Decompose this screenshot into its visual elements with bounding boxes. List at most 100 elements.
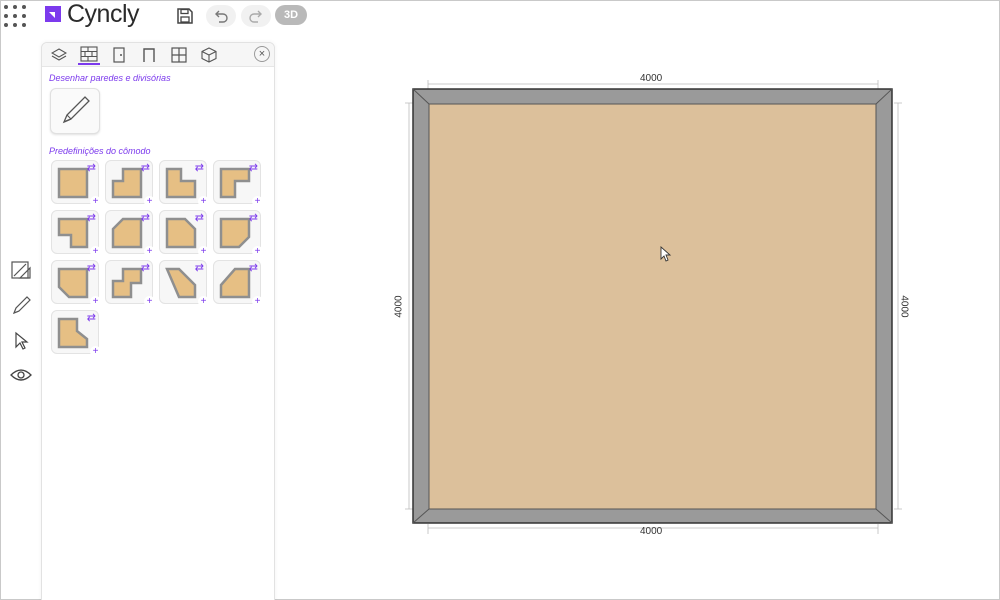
add-icon[interactable]: + <box>90 196 101 207</box>
add-icon[interactable]: + <box>198 296 209 307</box>
room-preset-13[interactable]: ⇄ + <box>51 310 101 357</box>
room-preset-4[interactable]: ⇄ + <box>213 160 263 207</box>
room-presets-section-title: Predefinições do cômodo <box>49 146 151 156</box>
room-shape-icon <box>165 267 197 299</box>
right-dimension-label: 4000 <box>898 295 910 318</box>
view-3d-toggle[interactable]: 3D <box>275 5 307 25</box>
room-shape-icon <box>165 167 197 199</box>
room-preset-9[interactable]: ⇄ + <box>51 260 101 307</box>
swap-icon[interactable]: ⇄ <box>195 263 204 274</box>
room-shape-icon <box>111 267 143 299</box>
add-icon[interactable]: + <box>90 246 101 257</box>
room-shape-icon <box>111 217 143 249</box>
add-icon[interactable]: + <box>252 196 263 207</box>
room-outer-wall[interactable] <box>412 88 893 524</box>
add-icon[interactable]: + <box>144 296 155 307</box>
save-icon <box>177 8 193 24</box>
swap-icon[interactable]: ⇄ <box>249 263 258 274</box>
pointer-icon <box>15 331 29 350</box>
add-icon[interactable]: + <box>144 246 155 257</box>
pencil-tool[interactable] <box>7 294 35 318</box>
pointer-tool[interactable] <box>7 329 35 353</box>
room-preset-1[interactable]: ⇄ + <box>51 160 101 207</box>
tab-openings[interactable] <box>138 45 160 65</box>
swap-icon[interactable]: ⇄ <box>87 263 96 274</box>
room-preset-7[interactable]: ⇄ + <box>159 210 209 257</box>
swap-icon[interactable]: ⇄ <box>141 213 150 224</box>
room-preset-10[interactable]: ⇄ + <box>105 260 155 307</box>
room-preset-12[interactable]: ⇄ + <box>213 260 263 307</box>
dimension-lines <box>405 80 902 534</box>
swap-icon[interactable]: ⇄ <box>249 163 258 174</box>
panel-tab-bar: × <box>42 43 274 67</box>
room-shape-icon <box>219 217 251 249</box>
swap-icon[interactable]: ⇄ <box>87 213 96 224</box>
measure-icon <box>11 261 31 279</box>
swap-icon[interactable]: ⇄ <box>249 213 258 224</box>
room-preset-3[interactable]: ⇄ + <box>159 160 209 207</box>
redo-button[interactable] <box>241 5 271 27</box>
room-preset-5[interactable]: ⇄ + <box>51 210 101 257</box>
save-button[interactable] <box>173 5 197 27</box>
room-preset-11[interactable]: ⇄ + <box>159 260 209 307</box>
walls-panel: × Desenhar paredes e divisórias Predefin… <box>41 42 275 600</box>
add-icon[interactable]: + <box>90 346 101 357</box>
draw-walls-button[interactable] <box>50 88 100 134</box>
undo-button[interactable] <box>206 5 236 27</box>
room-shape-icon <box>57 267 89 299</box>
tab-walls[interactable] <box>78 45 100 65</box>
add-icon[interactable]: + <box>198 246 209 257</box>
room-preset-8[interactable]: ⇄ + <box>213 210 263 257</box>
arch-icon <box>143 48 155 62</box>
room-shape-icon <box>111 167 143 199</box>
swap-icon[interactable]: ⇄ <box>141 163 150 174</box>
swap-icon[interactable]: ⇄ <box>195 163 204 174</box>
door-icon <box>113 47 125 63</box>
add-icon[interactable]: + <box>144 196 155 207</box>
pencil-icon <box>12 296 31 315</box>
undo-icon <box>215 10 228 23</box>
add-icon[interactable]: + <box>198 196 209 207</box>
eye-icon <box>10 369 32 381</box>
grid-menu-icon[interactable] <box>3 3 29 29</box>
wall-corner-joints <box>412 88 893 524</box>
add-icon[interactable]: + <box>252 296 263 307</box>
room-shape-icon <box>57 317 89 349</box>
brand-logo: Cyncly <box>43 0 140 28</box>
room-preset-2[interactable]: ⇄ + <box>105 160 155 207</box>
cube-icon <box>201 47 217 63</box>
visibility-tool[interactable] <box>7 363 35 387</box>
add-icon[interactable]: + <box>252 246 263 257</box>
tab-doors[interactable] <box>108 45 130 65</box>
swap-icon[interactable]: ⇄ <box>87 313 96 324</box>
swap-icon[interactable]: ⇄ <box>195 213 204 224</box>
bottom-dimension-label: 4000 <box>640 526 663 537</box>
close-panel-button[interactable]: × <box>254 46 270 62</box>
left-dimension-label: 4000 <box>393 295 405 318</box>
add-icon[interactable]: + <box>90 296 101 307</box>
tab-objects[interactable] <box>198 45 220 65</box>
room-preset-6[interactable]: ⇄ + <box>105 210 155 257</box>
room-shape-icon <box>57 217 89 249</box>
room-shape-icon <box>219 167 251 199</box>
top-dimension-label: 4000 <box>640 73 663 84</box>
close-icon: × <box>258 47 266 60</box>
swap-icon[interactable]: ⇄ <box>141 263 150 274</box>
room-shape-icon <box>165 217 197 249</box>
brand-name: Cyncly <box>67 0 140 28</box>
room-shape-icon <box>57 167 89 199</box>
pencil-icon <box>62 96 90 124</box>
walls-icon <box>80 46 98 62</box>
measure-tool[interactable] <box>7 258 35 282</box>
tab-windows[interactable] <box>168 45 190 65</box>
room-floor[interactable] <box>428 103 877 510</box>
tab-layers[interactable] <box>48 45 70 65</box>
window-icon <box>171 47 187 63</box>
room-shape-icon <box>219 267 251 299</box>
swap-icon[interactable]: ⇄ <box>87 163 96 174</box>
mouse-cursor-icon <box>660 245 672 262</box>
cyncly-logo-icon <box>45 6 61 22</box>
redo-icon <box>249 10 262 23</box>
layers-icon <box>51 48 67 61</box>
draw-walls-section-title: Desenhar paredes e divisórias <box>49 73 171 83</box>
